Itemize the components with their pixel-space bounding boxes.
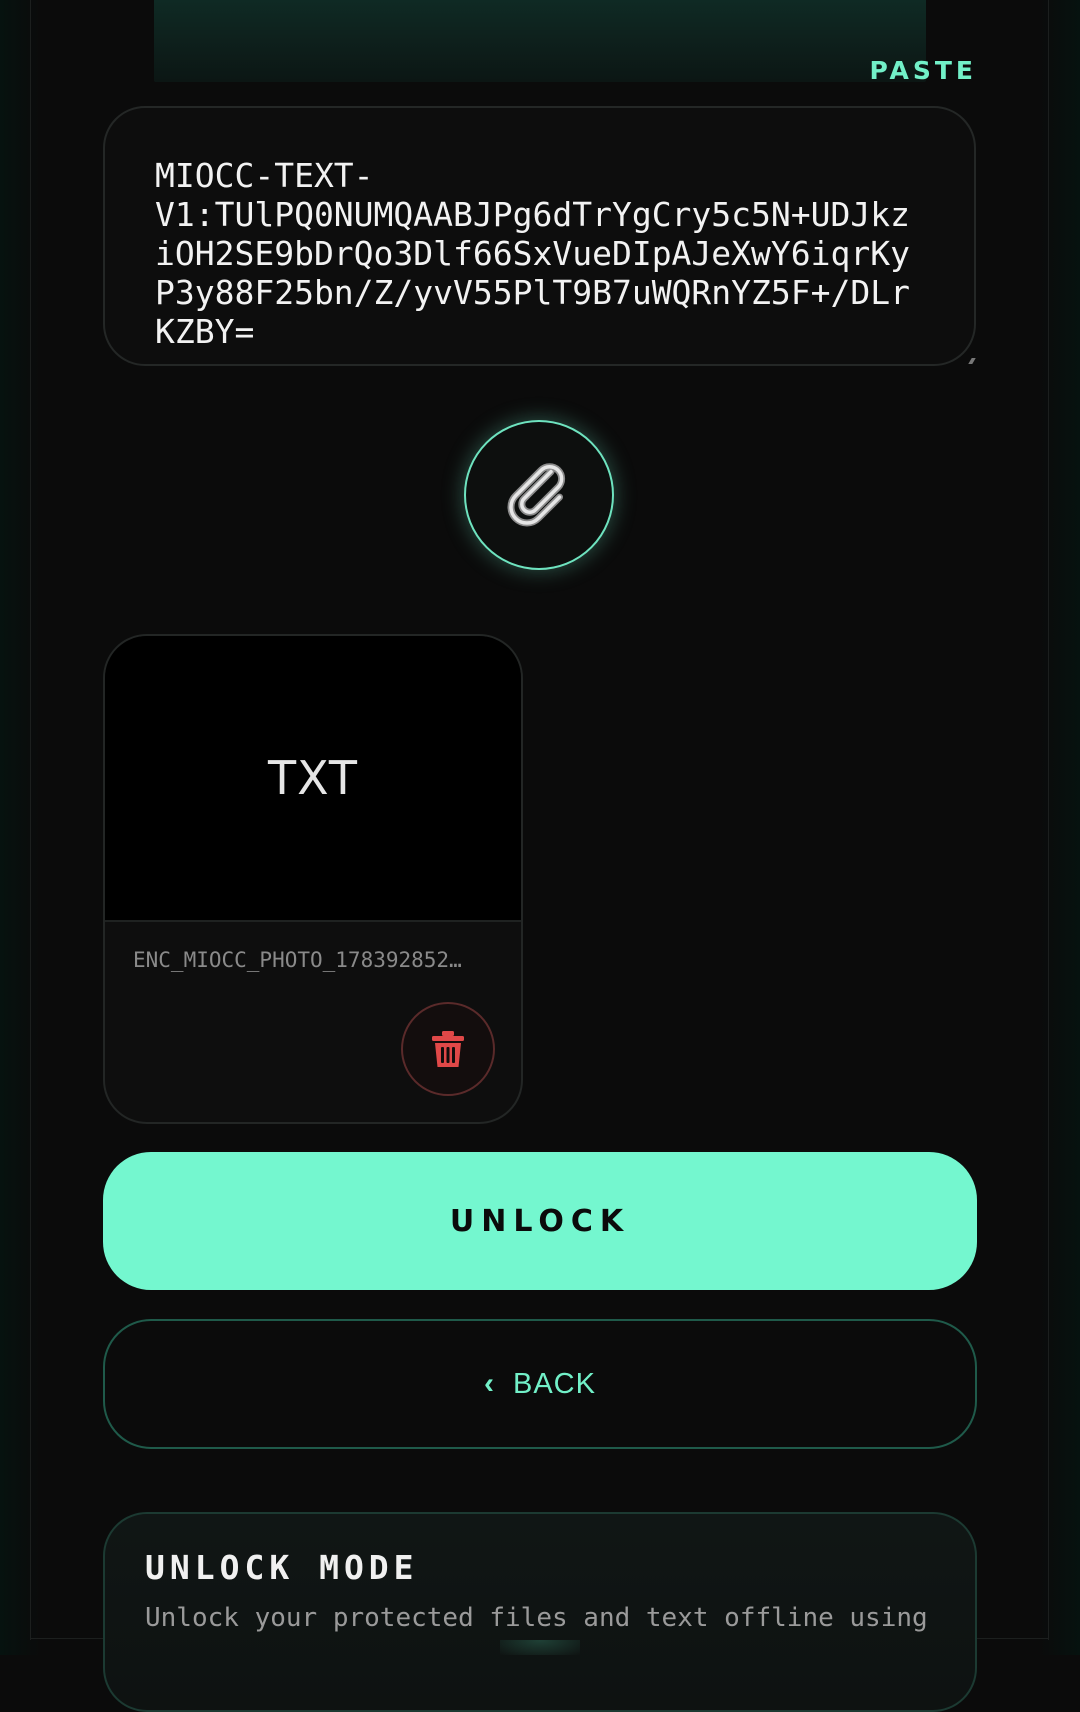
file-name: ENC_MIOCC_PHOTO_178392852… [133,948,462,972]
right-edge-glow [1040,0,1080,1655]
info-card-title: UNLOCK MODE [145,1548,419,1587]
back-button-label: BACK [513,1367,596,1400]
file-type-label: TXT [268,751,358,805]
left-edge-glow [0,0,40,1655]
chevron-left-icon: ‹ [484,1367,495,1400]
unlock-button[interactable]: UNLOCK [103,1152,977,1290]
back-button-content: ‹ BACK [484,1368,596,1401]
paperclip-icon [507,463,566,527]
cipher-text-value: MIOCC-TEXT- V1:TUlPQ0NUMQAABJPg6dTrYgCry… [155,156,910,351]
file-thumbnail: TXT [105,636,521,922]
info-card-body: Unlock your protected files and text off… [145,1603,928,1633]
trash-icon [432,1031,464,1067]
unlock-mode-info-card: UNLOCK MODE Unlock your protected files … [103,1512,977,1712]
attach-file-button[interactable] [464,420,614,570]
cipher-text-input[interactable]: MIOCC-TEXT- V1:TUlPQ0NUMQAABJPg6dTrYgCry… [103,106,976,366]
paste-button[interactable]: PASTE [869,56,977,85]
frame-border-right [1048,0,1049,1640]
frame-border-left [30,0,31,1640]
top-preview-panel [154,0,926,82]
unlock-button-label: UNLOCK [449,1203,631,1239]
textarea-resize-handle[interactable] [968,358,976,364]
bottom-glow [500,1640,580,1655]
back-button[interactable]: ‹ BACK [103,1319,977,1449]
file-card: TXT ENC_MIOCC_PHOTO_178392852… [103,634,523,1124]
delete-file-button[interactable] [401,1002,495,1096]
